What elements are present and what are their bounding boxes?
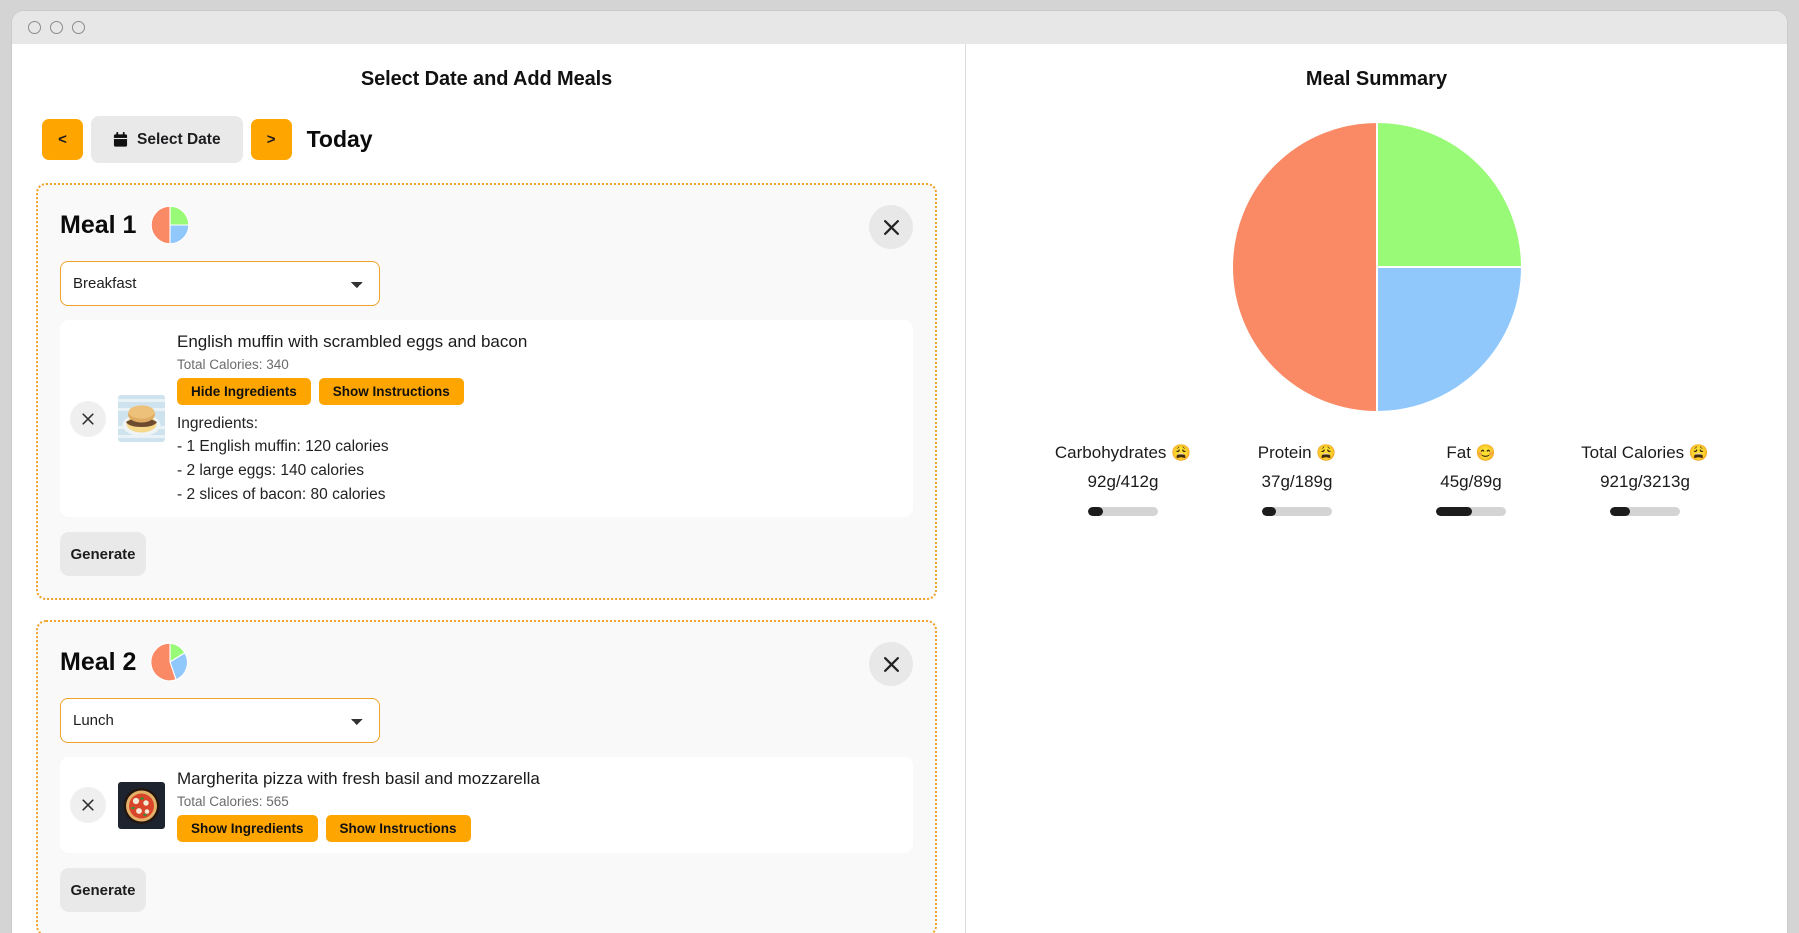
generate-meal-button[interactable]: Generate [60, 868, 146, 913]
macro-progress-bar [1088, 507, 1158, 516]
english-muffin-photo [118, 395, 165, 443]
food-action-buttons: Hide Ingredients Show Instructions [177, 377, 899, 405]
food-calories: Total Calories: 565 [177, 794, 289, 810]
toggle-instructions-button[interactable]: Show Instructions [318, 377, 464, 405]
ingredient-row: - 2 slices of bacon: 80 calories [177, 485, 386, 503]
ingredients-list: Ingredients: - 1 English muffin: 120 cal… [177, 412, 899, 506]
macro-label: Protein 😩 [1210, 443, 1384, 463]
smiling-blush-emoji: 😊 [1475, 445, 1496, 462]
close-icon [82, 412, 94, 425]
margherita-pizza-photo [118, 781, 165, 829]
macro-stat-fat: Fat 😊 45g/89g [1384, 443, 1558, 516]
page-title: Select Date and Add Meals [360, 68, 613, 90]
food-name: Margherita pizza with fresh basil and mo… [177, 769, 540, 789]
meal-title: Meal 1 [60, 210, 137, 239]
macro-name: Protein [1257, 443, 1312, 462]
meal-header: Meal 2 [60, 642, 913, 682]
weary-face-emoji: 😩 [1316, 445, 1337, 462]
macro-value: 92g/412g [1087, 472, 1159, 491]
ingredient-row: - 2 large eggs: 140 calories [177, 462, 364, 480]
main-content: Select Date and Add Meals < Select Date [12, 44, 1787, 933]
meal-card: Meal 1 Breakfast English muffin with scr… [36, 183, 937, 601]
date-navigation-bar: < Select Date > Today [36, 116, 937, 163]
macro-progress-fill [1088, 507, 1104, 516]
macro-pie-icon [150, 642, 190, 682]
macro-stat-carbohydrates: Carbohydrates 😩 92g/412g [1036, 443, 1210, 516]
window-titlebar [12, 11, 1787, 44]
macro-stat-total-calories: Total Calories 😩 921g/3213g [1558, 443, 1732, 516]
select-date-button[interactable]: Select Date [91, 116, 243, 163]
weary-face-emoji: 😩 [1688, 445, 1709, 462]
generate-meal-button[interactable]: Generate [60, 532, 146, 577]
macro-pie-icon [150, 205, 190, 245]
food-calories: Total Calories: 340 [177, 356, 289, 372]
macro-label: Total Calories 😩 [1558, 443, 1732, 463]
macro-progress-fill [1610, 507, 1631, 516]
macro-progress-bar [1436, 507, 1506, 516]
app-window: Select Date and Add Meals < Select Date [12, 11, 1787, 933]
macro-progress-fill [1262, 507, 1276, 516]
close-icon [883, 656, 899, 672]
next-day-button[interactable]: > [250, 119, 292, 160]
meal-title: Meal 2 [60, 647, 137, 676]
maximize-window-button[interactable] [72, 21, 85, 34]
select-date-label: Select Date [137, 130, 221, 148]
macro-stat-protein: Protein 😩 37g/189g [1210, 443, 1384, 516]
macro-stats-row: Carbohydrates 😩 92g/412g Protein 😩 37g/1… [966, 443, 1787, 516]
toggle-instructions-button[interactable]: Show Instructions [325, 815, 471, 843]
calendar-icon [113, 131, 128, 148]
macro-progress-bar [1262, 507, 1332, 516]
macro-label: Carbohydrates 😩 [1036, 443, 1210, 463]
meal-card: Meal 2 Lunch Margherita pizza with fresh… [36, 620, 937, 933]
remove-meal-button[interactable] [869, 205, 913, 249]
toggle-ingredients-button[interactable]: Show Ingredients [177, 815, 318, 843]
meal-summary-pane: Meal Summary Carbohydrates 😩 92g/412g Pr… [965, 44, 1787, 933]
macro-name: Total Calories [1581, 443, 1685, 462]
macro-pie-chart [966, 117, 1787, 417]
minimize-window-button[interactable] [50, 21, 63, 34]
food-details: English muffin with scrambled eggs and b… [177, 331, 899, 506]
close-icon [883, 219, 899, 235]
ingredients-heading: Ingredients: [177, 414, 258, 432]
food-item: Margherita pizza with fresh basil and mo… [60, 757, 913, 854]
close-icon [82, 799, 94, 811]
food-details: Margherita pizza with fresh basil and mo… [177, 768, 899, 843]
summary-title: Meal Summary [1305, 68, 1448, 90]
weary-face-emoji: 😩 [1171, 445, 1192, 462]
macro-value: 45g/89g [1440, 472, 1502, 491]
macro-value: 37g/189g [1261, 472, 1333, 491]
ingredient-row: - 1 English muffin: 120 calories [177, 438, 389, 456]
macro-name: Fat [1446, 443, 1471, 462]
food-action-buttons: Show Ingredients Show Instructions [177, 815, 899, 843]
remove-meal-button[interactable] [869, 642, 913, 687]
current-date-label: Today [306, 126, 373, 152]
meal-header: Meal 1 [60, 205, 913, 245]
meal-type-select[interactable]: Lunch [60, 698, 380, 744]
meal-type-select[interactable]: Breakfast [60, 261, 380, 306]
meal-planner-pane: Select Date and Add Meals < Select Date [12, 44, 965, 933]
macro-progress-bar [1610, 507, 1680, 516]
food-item: English muffin with scrambled eggs and b… [60, 320, 913, 518]
remove-food-button[interactable] [70, 787, 106, 824]
macro-label: Fat 😊 [1384, 443, 1558, 463]
toggle-ingredients-button[interactable]: Hide Ingredients [177, 377, 311, 405]
previous-day-button[interactable]: < [42, 119, 83, 160]
macro-progress-fill [1436, 507, 1472, 516]
close-window-button[interactable] [28, 21, 41, 34]
food-name: English muffin with scrambled eggs and b… [177, 332, 528, 351]
macro-name: Carbohydrates [1054, 443, 1167, 462]
macro-value: 921g/3213g [1600, 472, 1690, 491]
remove-food-button[interactable] [70, 400, 106, 437]
